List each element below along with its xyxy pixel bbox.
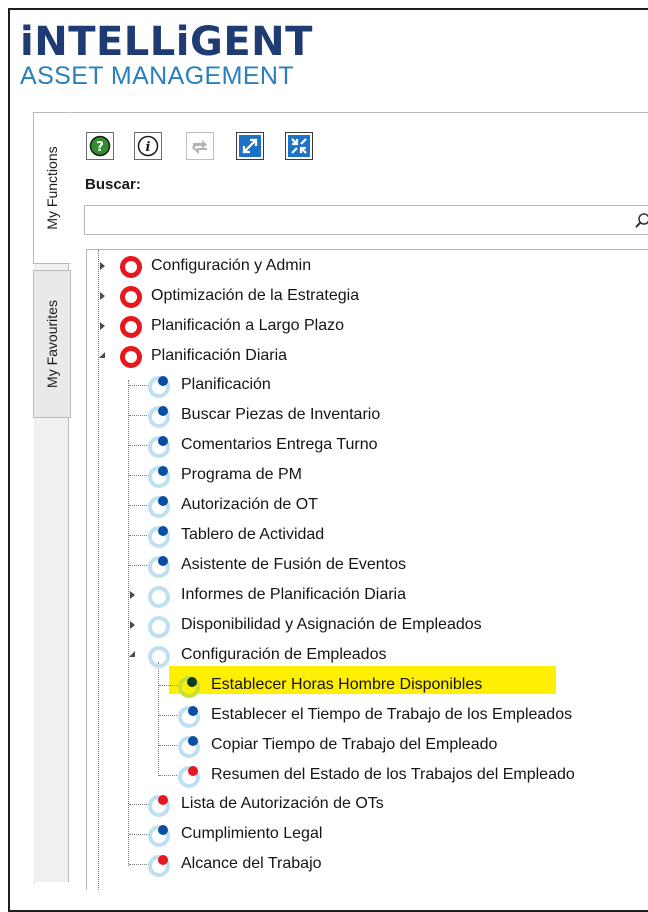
folder-ring-icon (148, 586, 170, 608)
tree-node[interactable]: Disponibilidad y Asignación de Empleados (87, 612, 647, 640)
tree-node-label: Lista de Autorización de OTs (181, 795, 384, 812)
dark-status-icon (178, 676, 200, 698)
info-button[interactable]: i (134, 132, 162, 160)
red-ring-icon (120, 286, 142, 308)
tree-node-selected[interactable]: Establecer Horas Hombre Disponibles (87, 672, 647, 700)
tree-node[interactable]: Alcance del Trabajo (87, 851, 647, 879)
tree-node-label: Establecer Horas Hombre Disponibles (211, 676, 483, 693)
side-tab-strip: My Functions My Favourites (33, 112, 71, 882)
tree-node[interactable]: Planificación (87, 372, 647, 400)
help-button[interactable]: ? (86, 132, 114, 160)
blue-status-icon (178, 736, 200, 758)
logo-title: iNTELLiGENT (20, 19, 313, 65)
tree-node-label: Resumen del Estado de los Trabajos del E… (211, 766, 575, 783)
tree-node[interactable]: Tablero de Actividad (87, 522, 647, 550)
blue-status-icon (148, 466, 170, 488)
blue-status-icon (148, 376, 170, 398)
red-ring-icon (120, 256, 142, 278)
folder-ring-icon (148, 646, 170, 668)
collapse-arrow-icon[interactable] (99, 352, 105, 358)
red-status-icon (148, 855, 170, 877)
blue-status-icon (148, 556, 170, 578)
svg-text:?: ? (96, 140, 104, 155)
tree-node-label: Configuración de Empleados (181, 646, 387, 663)
search-button[interactable] (628, 205, 648, 235)
tree-node[interactable]: Configuración y Admin (87, 253, 647, 281)
expand-arrow-icon[interactable] (100, 292, 105, 300)
expand-arrow-icon[interactable] (100, 262, 105, 270)
tab-my-functions-label: My Functions (44, 146, 60, 230)
refresh-icon (191, 140, 207, 155)
tree-node-label: Alcance del Trabajo (181, 855, 322, 872)
info-icon: i (137, 135, 159, 157)
tree-node[interactable]: Cumplimiento Legal (87, 821, 647, 849)
red-ring-icon (120, 316, 142, 338)
tree-node-label: Autorización de OT (181, 496, 318, 513)
tree-node[interactable]: Establecer el Tiempo de Trabajo de los E… (87, 702, 647, 730)
search-input[interactable] (84, 205, 629, 235)
tree-node-label: Asistente de Fusión de Eventos (181, 556, 407, 573)
blue-status-icon (148, 436, 170, 458)
expand-icon (239, 135, 261, 157)
tree-node-label: Informes de Planificación Diaria (181, 586, 406, 603)
tab-my-functions[interactable]: My Functions (33, 112, 71, 264)
tree-node-label: Configuración y Admin (151, 257, 312, 274)
expand-arrow-icon[interactable] (100, 322, 105, 330)
tree-node-label: Comentarios Entrega Turno (181, 436, 378, 453)
tree-node-label: Copiar Tiempo de Trabajo del Empleado (211, 736, 498, 753)
function-tree: Configuración y Admin Optimización de la… (86, 249, 648, 890)
tree-node-label: Planificación (181, 376, 271, 393)
red-status-icon (148, 795, 170, 817)
blue-status-icon (148, 825, 170, 847)
tree-node[interactable]: Programa de PM (87, 462, 647, 490)
tree-node-label: Programa de PM (181, 466, 302, 483)
logo-subtitle: ASSET MANAGEMENT (20, 62, 295, 90)
tree-node[interactable]: Asistente de Fusión de Eventos (87, 552, 647, 580)
tree-node-label: Optimización de la Estrategia (151, 287, 360, 304)
tree-node[interactable]: Informes de Planificación Diaria (87, 582, 647, 610)
expand-arrow-icon[interactable] (130, 591, 135, 599)
tree-node[interactable]: Lista de Autorización de OTs (87, 791, 647, 819)
tree-node-label: Planificación a Largo Plazo (151, 317, 345, 334)
tree-node[interactable]: Autorización de OT (87, 492, 647, 520)
tree-node[interactable]: Buscar Piezas de Inventario (87, 402, 647, 430)
blue-status-icon (178, 706, 200, 728)
tree-node[interactable]: Planificación a Largo Plazo (87, 313, 647, 341)
expand-button[interactable] (236, 132, 264, 160)
tab-my-favourites[interactable]: My Favourites (33, 270, 71, 418)
tree-node-label: Cumplimiento Legal (181, 825, 323, 842)
tree-node[interactable]: Comentarios Entrega Turno (87, 432, 647, 460)
folder-ring-icon (148, 616, 170, 638)
search-icon (635, 213, 648, 228)
collapse-icon (288, 135, 310, 157)
tab-my-favourites-label: My Favourites (44, 300, 60, 388)
tree-node[interactable]: Copiar Tiempo de Trabajo del Empleado (87, 732, 647, 760)
tree-node[interactable]: Optimización de la Estrategia (87, 283, 647, 311)
help-icon: ? (89, 135, 111, 157)
tree-node-label: Planificación Diaria (151, 347, 288, 364)
search-label: Buscar: (85, 176, 141, 193)
tree-node-label: Buscar Piezas de Inventario (181, 406, 381, 423)
tree-node[interactable]: Planificación Diaria (87, 343, 647, 371)
tree-node-label: Disponibilidad y Asignación de Empleados (181, 616, 482, 633)
blue-status-icon (148, 406, 170, 428)
collapse-arrow-icon[interactable] (129, 651, 135, 657)
tree-node-label: Establecer el Tiempo de Trabajo de los E… (211, 706, 573, 723)
blue-status-icon (148, 496, 170, 518)
svg-text:i: i (146, 140, 151, 155)
blue-status-icon (148, 526, 170, 548)
app-logo: iNTELLiGENT ASSET MANAGEMENT (20, 22, 313, 90)
red-ring-icon (120, 346, 142, 368)
red-status-icon (178, 766, 200, 788)
tree-node-label: Tablero de Actividad (181, 526, 325, 543)
collapse-button[interactable] (285, 132, 313, 160)
tree-node[interactable]: Resumen del Estado de los Trabajos del E… (87, 762, 647, 790)
expand-arrow-icon[interactable] (130, 621, 135, 629)
refresh-button[interactable] (186, 132, 214, 160)
